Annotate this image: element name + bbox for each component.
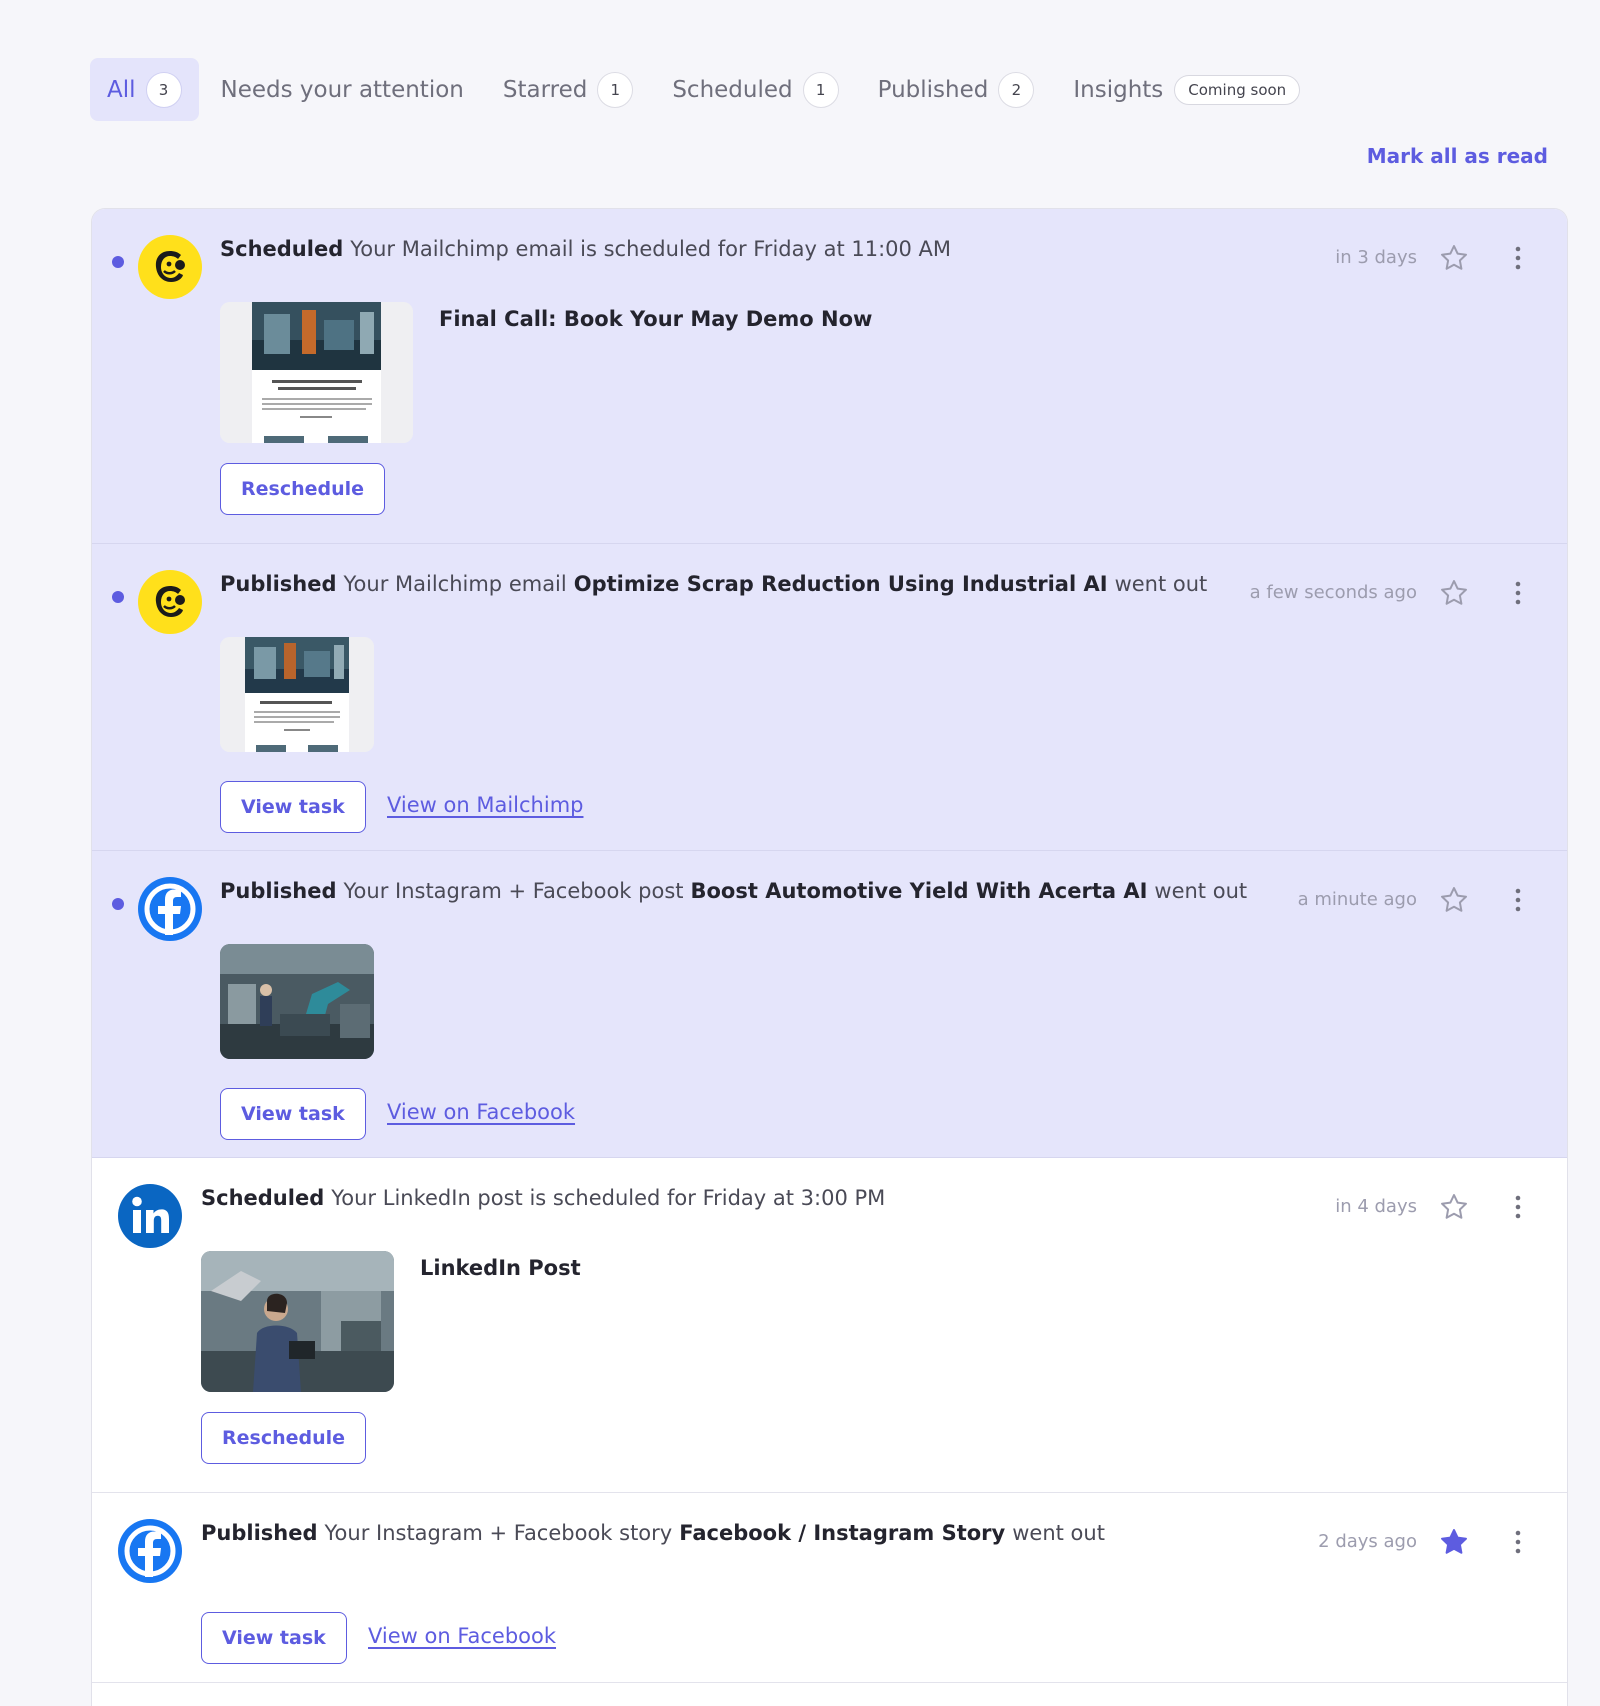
notification-item: Scheduled Your LinkedIn post is scheduled… <box>92 1158 1567 1493</box>
notification-status: Published <box>201 1521 318 1545</box>
tab-label: All <box>107 76 136 103</box>
notification-text: Your Instagram + Facebook story <box>324 1521 673 1545</box>
tab-label: Starred <box>502 76 588 103</box>
notification-time: a few seconds ago <box>1249 582 1417 603</box>
notification-text: Your Mailchimp email <box>343 572 567 596</box>
notification-content-name: Boost Automotive Yield With Acerta AI <box>690 879 1148 903</box>
notification-item: Published Your Instagram + Facebook story… <box>92 1493 1567 1683</box>
tab-label: Needs your attention <box>220 76 464 103</box>
notification-headline: Published Your Instagram + Facebook story… <box>201 1521 1105 1545</box>
notification-status: Scheduled <box>201 1186 325 1210</box>
notification-headline: Published Your Instagram + Facebook post B… <box>220 879 1247 903</box>
tab-count: 1 <box>802 71 839 108</box>
content-title[interactable]: Final Call: Book Your May Demo Now <box>439 307 872 331</box>
notification-text-end: went out <box>1154 879 1248 903</box>
view-on-facebook-link[interactable]: View on Facebook <box>368 1624 556 1648</box>
unread-dot <box>112 591 124 603</box>
post-image-thumbnail[interactable] <box>220 944 374 1059</box>
facebook-icon <box>138 877 202 941</box>
tab-label: Scheduled <box>672 76 793 103</box>
notification-time: a minute ago <box>1297 889 1417 910</box>
more-options-icon[interactable] <box>1513 1192 1523 1222</box>
tab-count: 2 <box>998 71 1035 108</box>
notification-time: in 4 days <box>1335 1196 1417 1217</box>
email-preview-thumbnail[interactable] <box>220 302 413 443</box>
tab-all[interactable]: All 3 <box>90 58 199 121</box>
more-options-icon[interactable] <box>1513 1527 1523 1557</box>
notification-feed: Scheduled Your Mailchimp email is schedul… <box>91 208 1568 1706</box>
reschedule-button[interactable]: Reschedule <box>201 1412 367 1464</box>
notification-item: Published Your Mailchimp email Optimize Sc… <box>92 544 1567 851</box>
notification-status: Published <box>220 879 337 903</box>
view-task-button[interactable]: View task <box>201 1612 347 1664</box>
notification-content-name: Facebook / Instagram Story <box>679 1521 1006 1545</box>
facebook-icon <box>118 1519 182 1583</box>
notification-item: Scheduled Your Mailchimp email is schedul… <box>92 209 1567 544</box>
star-icon[interactable] <box>1439 1192 1469 1222</box>
tab-published[interactable]: Published 2 <box>861 58 1052 121</box>
notification-headline: Published Your Mailchimp email Optimize Sc… <box>220 572 1207 596</box>
star-icon[interactable] <box>1439 243 1469 273</box>
notification-time: 2 days ago <box>1318 1531 1417 1552</box>
tab-count: 3 <box>145 71 182 108</box>
filter-tabs: All 3 Needs your attention Starred 1 Sch… <box>90 58 1322 121</box>
notification-text: Your LinkedIn post is scheduled for Frid… <box>331 1186 886 1210</box>
notification-item: Published Your Instagram + Facebook post B… <box>92 851 1567 1158</box>
post-image-thumbnail[interactable] <box>201 1251 394 1392</box>
notification-time: in 3 days <box>1335 247 1417 268</box>
notification-headline: Scheduled Your LinkedIn post is scheduled… <box>201 1186 885 1210</box>
more-options-icon[interactable] <box>1513 578 1523 608</box>
mailchimp-icon <box>138 570 202 634</box>
more-options-icon[interactable] <box>1513 885 1523 915</box>
unread-dot <box>112 256 124 268</box>
tab-needs-your-attention[interactable]: Needs your attention <box>204 58 481 121</box>
more-options-icon[interactable] <box>1513 243 1523 273</box>
notification-text: Your Mailchimp email is scheduled for Fr… <box>350 237 952 261</box>
coming-soon-badge: Coming soon <box>1174 74 1301 105</box>
mailchimp-icon <box>138 235 202 299</box>
view-task-button[interactable]: View task <box>220 1088 366 1140</box>
view-on-facebook-link[interactable]: View on Facebook <box>387 1100 575 1124</box>
notification-status: Published <box>220 572 337 596</box>
tab-insights[interactable]: Insights Coming soon <box>1056 58 1317 121</box>
tab-label: Insights <box>1073 76 1164 103</box>
view-task-button[interactable]: View task <box>220 781 366 833</box>
linkedin-icon <box>118 1184 182 1248</box>
mark-all-read-button[interactable]: Mark all as read <box>1367 144 1548 168</box>
star-icon[interactable] <box>1439 578 1469 608</box>
star-icon-filled[interactable] <box>1439 1527 1469 1557</box>
content-title[interactable]: LinkedIn Post <box>420 1256 581 1280</box>
tab-label: Published <box>877 76 989 103</box>
notification-content-name: Optimize Scrap Reduction Using Industria… <box>573 572 1108 596</box>
star-icon[interactable] <box>1439 885 1469 915</box>
tab-count: 1 <box>597 71 634 108</box>
tab-scheduled[interactable]: Scheduled 1 <box>655 58 855 121</box>
notification-status: Scheduled <box>220 237 344 261</box>
view-on-mailchimp-link[interactable]: View on Mailchimp <box>387 793 583 817</box>
notification-text-end: went out <box>1012 1521 1105 1545</box>
reschedule-button[interactable]: Reschedule <box>220 463 386 515</box>
tab-starred[interactable]: Starred 1 <box>486 58 650 121</box>
unread-dot <box>112 898 124 910</box>
email-preview-thumbnail[interactable] <box>220 637 374 752</box>
notification-headline: Scheduled Your Mailchimp email is schedul… <box>220 237 951 261</box>
notification-text: Your Instagram + Facebook post <box>343 879 684 903</box>
notification-text-end: went out <box>1114 572 1208 596</box>
